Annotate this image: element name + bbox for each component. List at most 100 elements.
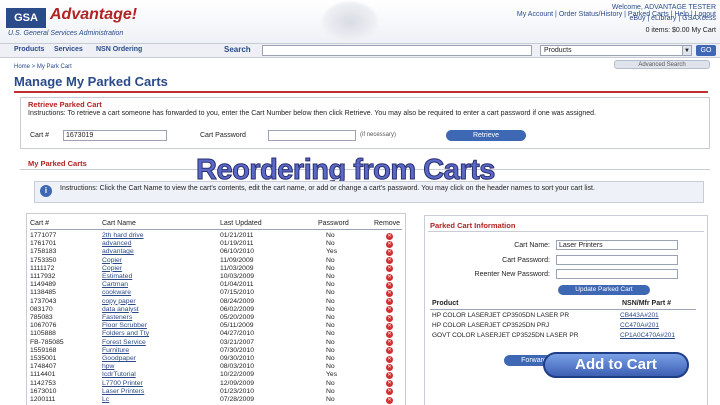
remove-icon[interactable]: ✕: [386, 371, 393, 379]
cart-name-link[interactable]: Copier: [102, 257, 122, 265]
cart-name-link[interactable]: Laser Printers: [102, 388, 144, 396]
cart-name-link[interactable]: Estimated: [102, 273, 132, 281]
retrieve-button[interactable]: Retrieve: [446, 130, 526, 141]
table-row: 1737043 copy paper 08/24/2009 No ✕: [30, 298, 402, 306]
password-cell: No: [326, 363, 335, 371]
search-input[interactable]: [262, 45, 532, 56]
table-row: 083170 data analyst 06/02/2009 No ✕: [30, 306, 402, 314]
cart-number-input[interactable]: 1673019: [63, 130, 167, 141]
product-header-divider: [430, 309, 696, 310]
password-cell: No: [326, 387, 335, 395]
remove-icon[interactable]: ✕: [386, 347, 393, 355]
remove-icon[interactable]: ✕: [386, 339, 393, 347]
product-nsn-link[interactable]: CB443A#201: [620, 311, 659, 320]
password-cell: No: [326, 297, 335, 305]
remove-icon[interactable]: ✕: [386, 396, 393, 404]
cart-number-cell: 1117932: [30, 273, 56, 280]
add-to-cart-button[interactable]: Add to Cart: [543, 352, 689, 378]
cart-name-link[interactable]: Furniture: [102, 347, 129, 355]
last-updated-cell: 08/24/2009: [220, 297, 255, 305]
table-row: 1067076 Floor Scrubber 05/11/2009 No ✕: [30, 322, 402, 330]
remove-icon[interactable]: ✕: [386, 248, 393, 256]
chevron-down-icon[interactable]: ▼: [682, 45, 692, 56]
cart-name-link[interactable]: data analyst: [102, 306, 139, 314]
remove-icon[interactable]: ✕: [386, 232, 393, 240]
remove-icon[interactable]: ✕: [386, 273, 393, 281]
update-parked-cart-button[interactable]: Update Parked Cart: [558, 285, 650, 295]
cart-name-link[interactable]: L7700 Printer: [102, 380, 143, 388]
cart-name-link[interactable]: cookware: [102, 289, 131, 297]
remove-icon[interactable]: ✕: [386, 281, 393, 289]
last-updated-cell: 09/30/2010: [220, 355, 255, 362]
remove-icon[interactable]: ✕: [386, 363, 393, 371]
cart-name-link[interactable]: advantage: [102, 248, 134, 256]
cart-number-cell: 1535001: [30, 355, 57, 362]
cart-password-label: Cart Password:: [502, 257, 550, 264]
cart-number-cell: 083170: [30, 305, 53, 313]
search-scope-select[interactable]: Products: [540, 45, 692, 56]
col-header-cart-name[interactable]: Cart Name: [102, 220, 136, 227]
col-header-password[interactable]: Password: [318, 220, 349, 227]
remove-icon[interactable]: ✕: [386, 380, 393, 388]
cart-status[interactable]: 0 items: $0.00 My Cart: [540, 27, 716, 34]
breadcrumb[interactable]: Home > My Park Cart: [14, 64, 72, 70]
remove-icon[interactable]: ✕: [386, 265, 393, 273]
remove-icon[interactable]: ✕: [386, 306, 393, 314]
product-nsn-link[interactable]: CC470A#201: [620, 321, 659, 330]
remove-icon[interactable]: ✕: [386, 388, 393, 396]
col-header-last-updated[interactable]: Last Updated: [220, 220, 262, 227]
remove-icon[interactable]: ✕: [386, 298, 393, 306]
product-row: GOVT COLOR LASERJET CP3525DN LASER PR CP1…: [432, 331, 698, 340]
cart-name-input[interactable]: Laser Printers: [556, 240, 678, 250]
table-row: 1748407 hpw 08/03/2010 No ✕: [30, 363, 402, 371]
page-title: Manage My Parked Carts: [14, 74, 168, 89]
nav-services[interactable]: Services: [54, 46, 83, 53]
last-updated-cell: 11/09/2009: [220, 256, 254, 264]
remove-icon[interactable]: ✕: [386, 257, 393, 265]
cart-number-cell: 1559168: [30, 346, 57, 354]
cart-password-input[interactable]: [268, 130, 356, 141]
remove-icon[interactable]: ✕: [386, 314, 393, 322]
cart-name-link[interactable]: hpw: [102, 363, 114, 371]
nav-products[interactable]: Products: [14, 46, 44, 53]
panel-divider: [428, 231, 704, 232]
gsa-logo[interactable]: GSA: [6, 8, 46, 28]
col-header-cart-no[interactable]: Cart #: [30, 220, 49, 227]
cart-password-field[interactable]: [556, 255, 678, 265]
product-column-header: Product: [432, 300, 459, 307]
cart-name-link[interactable]: Forest Service: [102, 339, 146, 347]
nav-nsn-ordering[interactable]: NSN Ordering: [96, 46, 142, 53]
cart-name-link[interactable]: Cartman: [102, 281, 128, 289]
nsn-column-header: NSN/Mfr Part #: [622, 300, 672, 307]
remove-icon[interactable]: ✕: [386, 289, 393, 297]
table-row: 1138485 cookware 07/15/2010 No ✕: [30, 289, 402, 297]
advanced-search-link[interactable]: Advanced Search: [614, 60, 710, 69]
product-name: GOVT COLOR LASERJET CP3525DN LASER PR: [432, 332, 579, 339]
product-name: HP COLOR LASERJET CP3525DN PRJ: [432, 322, 550, 329]
go-button[interactable]: GO: [696, 45, 716, 56]
cart-number-cell: 1067076: [30, 322, 57, 330]
cart-number-cell: 1758183: [30, 248, 57, 256]
cart-name-link[interactable]: Copier: [102, 265, 122, 273]
cart-name-link[interactable]: Lc: [102, 396, 109, 404]
last-updated-cell: 06/02/2009: [220, 305, 255, 313]
cart-name-link[interactable]: Fasteners: [102, 314, 132, 322]
cart-name-link[interactable]: IcdrTutorial: [102, 371, 136, 379]
cart-name-link[interactable]: 2th hard drive: [102, 232, 144, 240]
cart-name-link[interactable]: Goodpaper: [102, 355, 136, 363]
last-updated-cell: 01/19/2011: [220, 240, 254, 248]
cart-name-link[interactable]: Folders and Tty: [102, 330, 149, 338]
program-links[interactable]: eBuy | eLibrary | GSAXcess: [560, 15, 716, 22]
reenter-password-field[interactable]: [556, 269, 678, 279]
advantage-brand[interactable]: Advantage!: [50, 6, 137, 24]
cart-name-link[interactable]: Floor Scrubber: [102, 322, 147, 330]
cart-name-link[interactable]: copy paper: [102, 298, 136, 306]
remove-icon[interactable]: ✕: [386, 330, 393, 338]
last-updated-cell: 03/21/2007: [220, 338, 255, 346]
product-nsn-link[interactable]: CP1A0C470A#201: [620, 331, 675, 340]
cart-name-link[interactable]: advanced: [102, 240, 131, 248]
remove-icon[interactable]: ✕: [386, 322, 393, 330]
remove-icon[interactable]: ✕: [386, 240, 393, 248]
remove-icon[interactable]: ✕: [386, 355, 393, 363]
product-row: HP COLOR LASERJET CP3525DN PRJ CC470A#201: [432, 321, 698, 330]
